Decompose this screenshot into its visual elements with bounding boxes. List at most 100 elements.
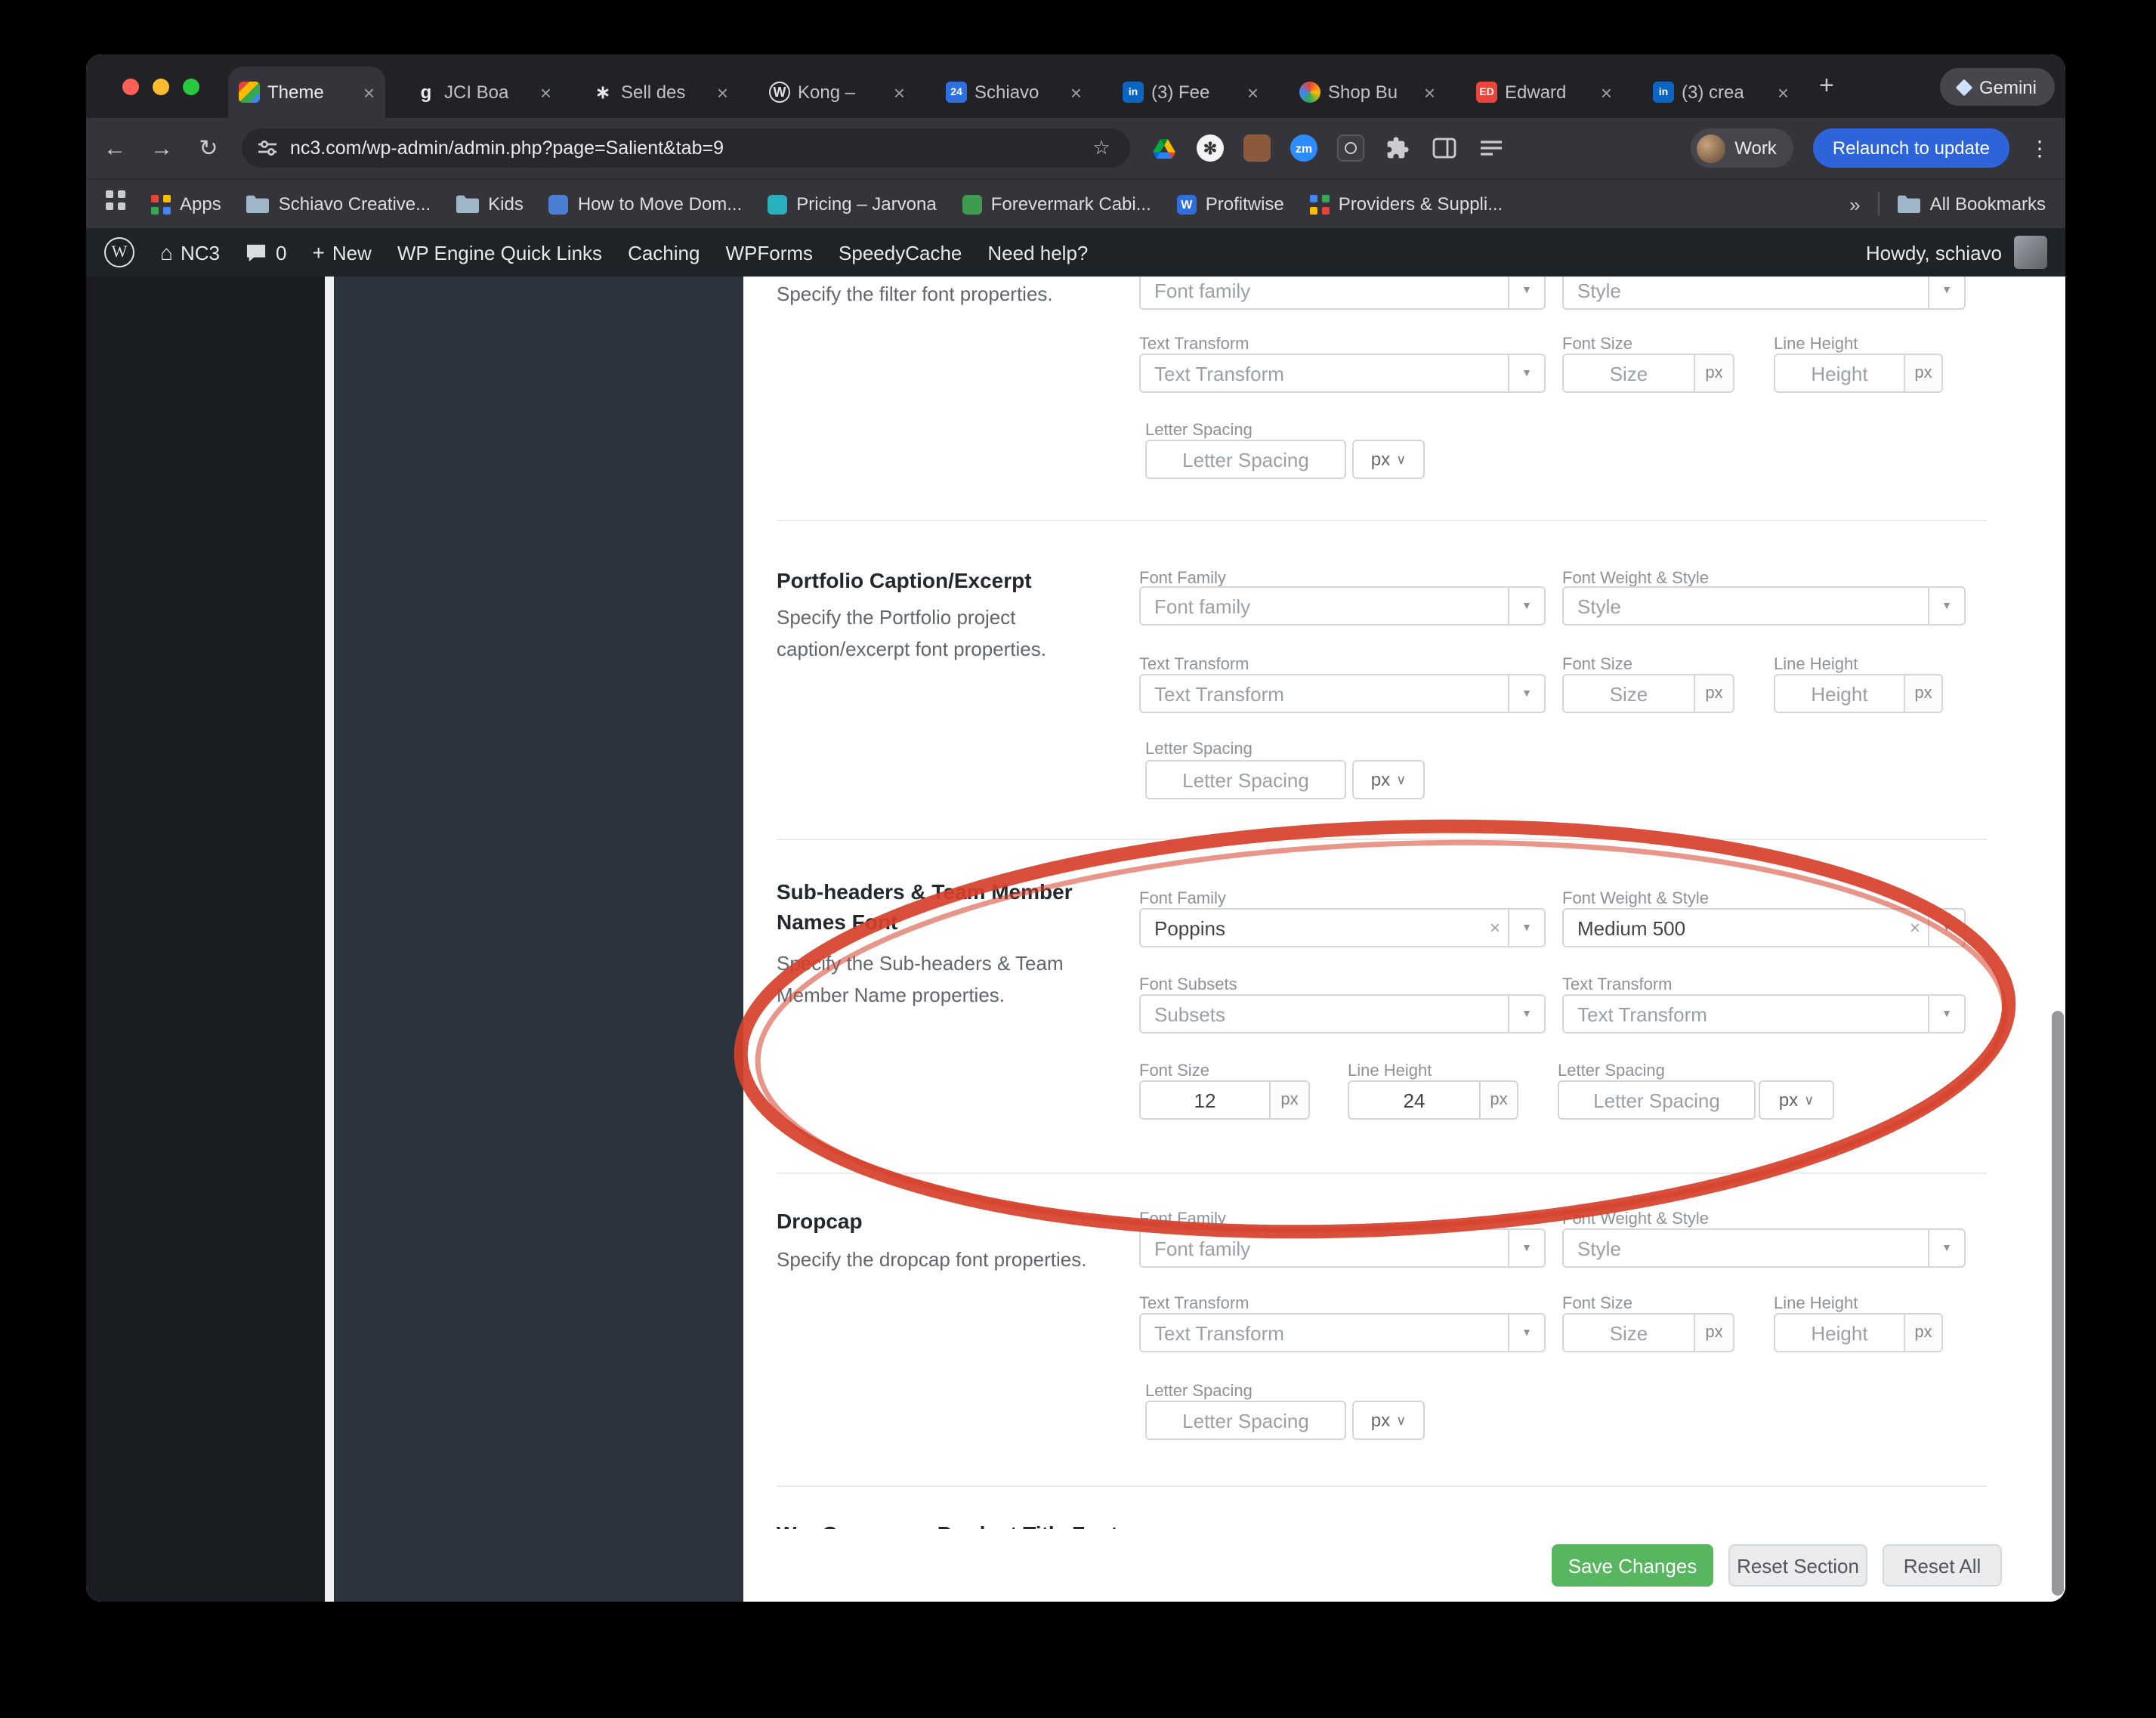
adminbar-wpengine[interactable]: WP Engine Quick Links [397,241,602,264]
font-family-select[interactable]: Font family ▼ [1139,1228,1546,1268]
close-icon[interactable]: × [1247,81,1259,104]
close-icon[interactable]: × [1778,81,1789,104]
tab-theme[interactable]: Theme × [228,66,385,118]
adminbar-site-link[interactable]: ⌂ NC3 [160,240,220,264]
tab-edward[interactable]: ED Edward × [1466,66,1623,118]
px-suffix: px [1695,354,1734,393]
font-family-select[interactable]: Font family ▼ [1139,277,1546,310]
text-transform-select[interactable]: Text Transform ▼ [1139,674,1546,713]
user-avatar[interactable] [2014,236,2047,269]
apps-grid-icon[interactable] [106,190,125,218]
text-transform-select[interactable]: Text Transform ▼ [1139,1313,1546,1352]
zoom-extension-icon[interactable]: zm [1290,134,1317,162]
reading-list-icon[interactable] [1478,134,1505,162]
reload-icon[interactable]: ↻ [195,134,222,162]
site-settings-icon[interactable] [257,138,278,159]
reset-section-button[interactable]: Reset Section [1728,1544,1867,1587]
text-transform-select[interactable]: Text Transform ▼ [1139,354,1546,393]
clear-selection-icon[interactable]: × [1482,917,1508,938]
bookmark-folder-kids[interactable]: Kids [456,193,524,215]
font-style-select[interactable]: Style ▼ [1562,277,1966,310]
adminbar-comments[interactable]: 0 [246,241,286,264]
url-text[interactable]: nc3.com/wp-admin/admin.php?page=Salient&… [290,138,1076,159]
font-family-select[interactable]: Font family ▼ [1139,586,1546,626]
font-size-input[interactable]: Size [1562,354,1695,393]
forward-icon[interactable]: → [148,135,175,161]
address-bar[interactable]: nc3.com/wp-admin/admin.php?page=Salient&… [242,128,1130,168]
tab-schiavo[interactable]: 24 Schiavo × [935,66,1092,118]
close-window-button[interactable] [122,79,139,95]
tab-crea[interactable]: in (3) crea × [1642,66,1799,118]
adminbar-speedycache[interactable]: SpeedyCache [839,241,962,264]
section-divider [777,839,1987,840]
bookmark-pricing-jarvona[interactable]: Pricing – Jarvona [768,193,937,215]
bookmark-providers[interactable]: Providers & Suppli... [1309,193,1503,215]
font-size-input[interactable]: Size [1562,674,1695,713]
clear-selection-icon[interactable]: × [1902,917,1928,938]
tab-jci[interactable]: g JCI Boa × [405,66,562,118]
close-icon[interactable]: × [717,81,728,104]
new-tab-button[interactable]: + [1819,71,1834,101]
scrollbar-thumb[interactable] [2052,1011,2064,1596]
line-height-input[interactable]: Height [1774,354,1905,393]
overflow-bookmarks-icon[interactable]: » [1849,193,1860,215]
font-style-select[interactable]: Style ▼ [1562,1228,1966,1268]
letter-spacing-input[interactable]: Letter Spacing [1145,440,1346,479]
close-icon[interactable]: × [540,81,551,104]
font-subsets-select[interactable]: Subsets ▼ [1139,994,1546,1034]
relaunch-to-update-button[interactable]: Relaunch to update [1812,128,2009,168]
bookmark-folder-schiavo[interactable]: Schiavo Creative... [246,193,431,215]
line-height-input[interactable]: Height [1774,1313,1905,1352]
chatgpt-extension-icon[interactable]: ✻ [1197,134,1224,162]
line-height-input[interactable] [1348,1080,1481,1120]
px-unit-select[interactable]: px ∨ [1759,1080,1834,1120]
extension-icon[interactable] [1243,134,1271,162]
profile-button[interactable]: Work [1691,128,1793,168]
adminbar-need-help[interactable]: Need help? [987,241,1088,264]
line-height-input[interactable]: Height [1774,674,1905,713]
bookmark-apps[interactable]: Apps [151,193,221,215]
letter-spacing-input[interactable]: Letter Spacing [1145,1401,1346,1440]
howdy-label[interactable]: Howdy, schiavo [1866,241,2002,264]
px-unit-select[interactable]: px ∨ [1352,440,1425,479]
extensions-puzzle-icon[interactable] [1384,134,1411,162]
close-icon[interactable]: × [1424,81,1435,104]
tab-shop[interactable]: Shop Bu × [1289,66,1446,118]
all-bookmarks-button[interactable]: All Bookmarks [1898,193,2046,215]
tab-feed[interactable]: in (3) Fee × [1112,66,1269,118]
browser-menu-icon[interactable]: ⋮ [2029,135,2050,161]
font-family-select[interactable]: Poppins × ▼ [1139,908,1546,947]
drive-extension-icon[interactable] [1150,134,1177,162]
reset-all-button[interactable]: Reset All [1883,1544,2002,1587]
adminbar-caching[interactable]: Caching [628,241,700,264]
close-icon[interactable]: × [1070,81,1082,104]
adminbar-wpforms[interactable]: WPForms [725,241,813,264]
px-unit-select[interactable]: px ∨ [1352,1401,1425,1440]
camera-extension-icon[interactable] [1337,134,1364,162]
side-panel-icon[interactable] [1431,134,1458,162]
minimize-window-button[interactable] [153,79,169,95]
letter-spacing-input[interactable]: Letter Spacing [1558,1080,1756,1120]
bookmark-how-to-move[interactable]: How to Move Dom... [548,193,742,215]
close-icon[interactable]: × [363,81,375,104]
font-style-select[interactable]: Medium 500 × ▼ [1562,908,1966,947]
gemini-button[interactable]: Gemini [1939,68,2055,106]
letter-spacing-input[interactable]: Letter Spacing [1145,760,1346,799]
back-icon[interactable]: ← [101,135,128,161]
font-size-input[interactable]: Size [1562,1313,1695,1352]
wordpress-logo-icon[interactable]: W [104,237,134,267]
font-style-select[interactable]: Style ▼ [1562,586,1966,626]
close-icon[interactable]: × [894,81,905,104]
zoom-window-button[interactable] [183,79,199,95]
close-icon[interactable]: × [1601,81,1612,104]
text-transform-select[interactable]: Text Transform ▼ [1562,994,1966,1034]
bookmark-forevermark[interactable]: Forevermark Cabi... [962,193,1151,215]
bookmark-profitwise[interactable]: W Profitwise [1176,193,1284,215]
tab-sell[interactable]: ∗ Sell des × [582,66,739,118]
bookmark-star-icon[interactable]: ☆ [1088,136,1115,160]
px-unit-select[interactable]: px ∨ [1352,760,1425,799]
font-size-input[interactable] [1139,1080,1271,1120]
tab-kong[interactable]: W Kong – × [758,66,916,118]
save-changes-button[interactable]: Save Changes [1552,1544,1713,1587]
adminbar-new[interactable]: + New [312,240,371,264]
